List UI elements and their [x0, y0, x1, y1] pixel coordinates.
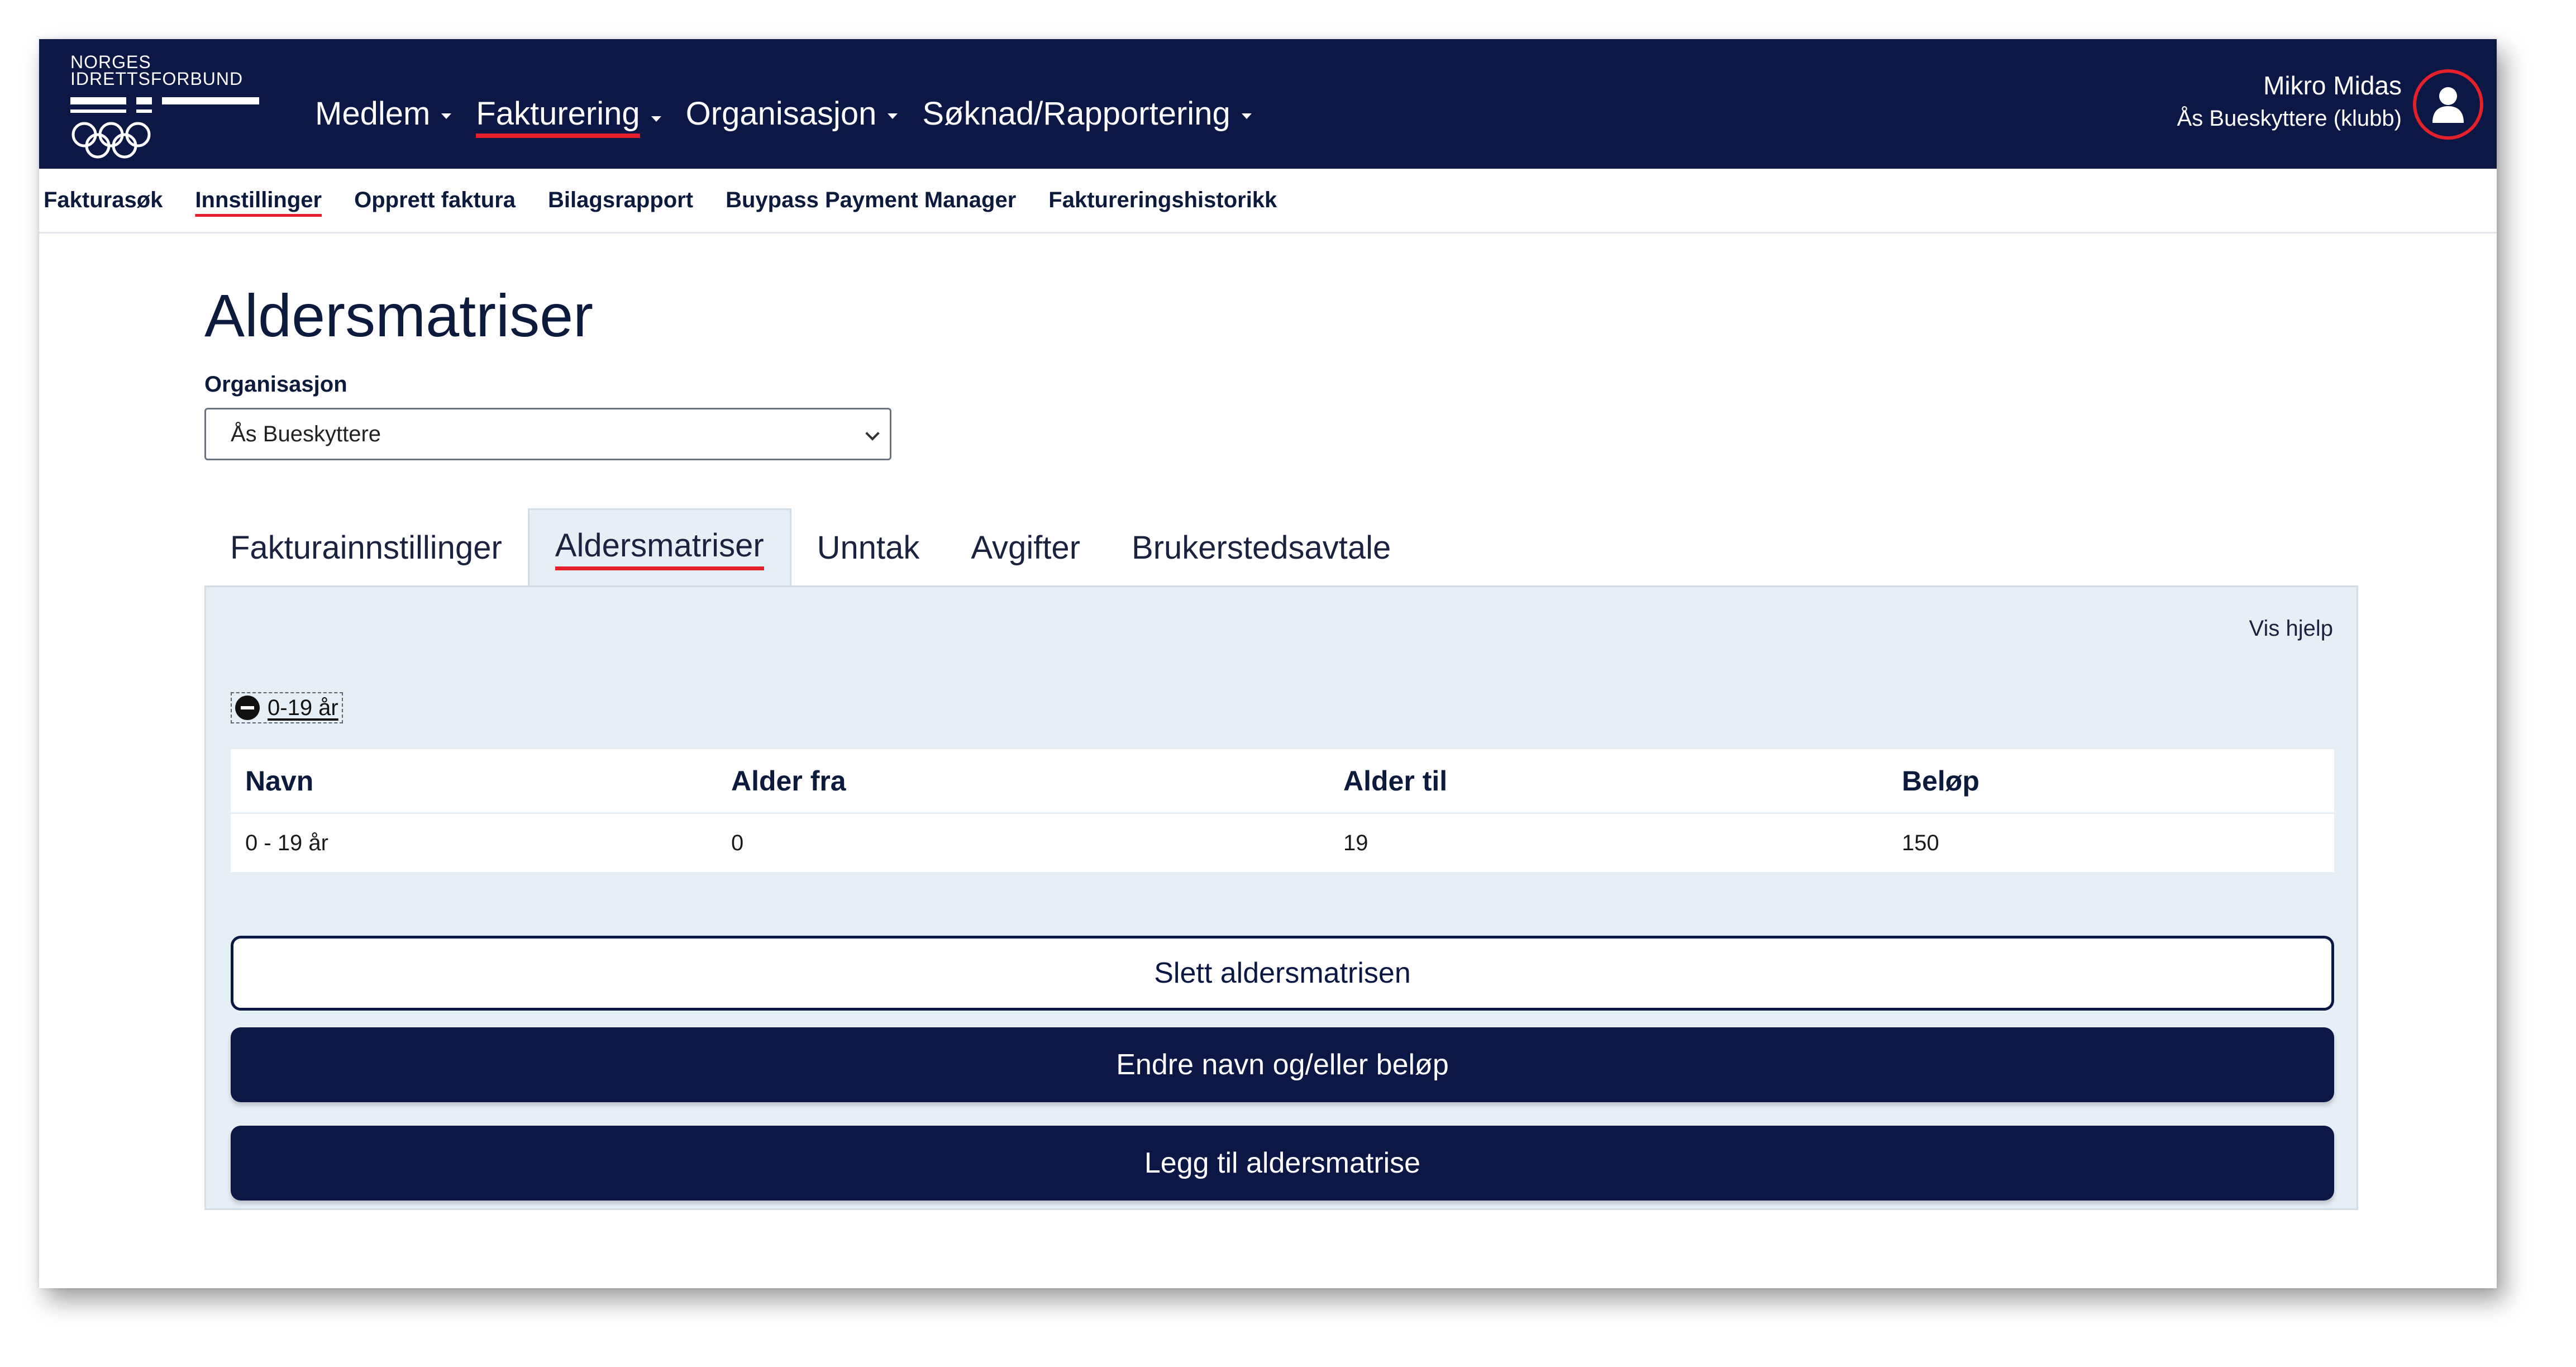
show-help-link[interactable]: Vis hjelp	[2249, 616, 2333, 641]
organization-label: Organisasjon	[204, 372, 347, 397]
tab-panel-aldersmatriser: Vis hjelp 0-19 år Navn Alder fra Alder t…	[204, 585, 2358, 1210]
column-header-alder-fra: Alder fra	[731, 765, 846, 797]
tab-label: Brukerstedsavtale	[1132, 529, 1391, 566]
tab-label: Unntak	[817, 529, 920, 566]
matrix-collapse-toggle[interactable]: 0-19 år	[231, 692, 343, 723]
nav-item-soknad-rapportering[interactable]: Søknad/Rapportering	[922, 95, 1252, 132]
edit-name-amount-button[interactable]: Endre navn og/eller beløp	[231, 1027, 2334, 1102]
avatar-button[interactable]	[2413, 69, 2483, 140]
caret-down-icon	[1241, 113, 1252, 119]
tab-fakturainnstillinger[interactable]: Fakturainnstillinger	[204, 508, 528, 587]
logo-flag-bars	[70, 97, 260, 113]
matrix-toggle-label: 0-19 år	[268, 695, 338, 720]
tab-unntak[interactable]: Unntak	[791, 508, 946, 587]
subnav-item-innstillinger[interactable]: Innstillinger	[195, 188, 322, 213]
tab-label: Fakturainnstillinger	[230, 529, 502, 566]
user-organization: Ås Bueskyttere (klubb)	[2177, 106, 2402, 131]
cell-belop: 150	[1902, 830, 1939, 855]
tab-aldersmatriser[interactable]: Aldersmatriser	[527, 508, 791, 587]
page-title: Aldersmatriser	[204, 282, 594, 349]
user-name: Mikro Midas	[2263, 71, 2402, 100]
subnav-item-faktureringshistorikk[interactable]: Faktureringshistorikk	[1048, 188, 1277, 213]
column-header-belop: Beløp	[1902, 765, 1979, 797]
minus-circle-icon	[235, 696, 260, 720]
nav-item-fakturering[interactable]: Fakturering	[476, 95, 661, 138]
nav-label: Medlem	[315, 96, 431, 132]
user-info: Mikro Midas Ås Bueskyttere (klubb)	[2177, 70, 2402, 131]
nav-label: Søknad/Rapportering	[922, 96, 1230, 132]
tab-brukerstedsavtale[interactable]: Brukerstedsavtale	[1106, 508, 1416, 587]
table-row: 0 - 19 år 0 19 150	[231, 814, 2334, 872]
chevron-down-icon	[865, 426, 880, 441]
tab-label: Avgifter	[971, 529, 1081, 566]
cell-alder-fra: 0	[731, 830, 744, 855]
logo-text-line-2: IDRETTSFORBUND	[70, 69, 244, 89]
caret-down-icon	[441, 113, 452, 119]
sub-nav: Fakturasøk Innstillinger Opprett faktura…	[39, 169, 2497, 234]
olympic-rings-icon	[71, 122, 151, 159]
organization-select-value: Ås Bueskyttere	[231, 421, 381, 446]
main-nav: Medlem Fakturering Organisasjon Søknad/R…	[315, 95, 1276, 140]
nav-label: Organisasjon	[685, 96, 877, 132]
subnav-item-opprett-faktura[interactable]: Opprett faktura	[354, 188, 516, 213]
column-header-alder-til: Alder til	[1343, 765, 1448, 797]
subnav-item-fakturasok[interactable]: Fakturasøk	[44, 188, 163, 213]
nav-label: Fakturering	[476, 95, 640, 138]
subnav-item-buypass-payment-manager[interactable]: Buypass Payment Manager	[726, 188, 1016, 213]
add-matrix-button[interactable]: Legg til aldersmatrise	[231, 1126, 2334, 1201]
caret-down-icon	[651, 116, 661, 122]
nif-logo[interactable]: NORGES IDRETTSFORBUND	[70, 52, 271, 160]
tab-avgifter[interactable]: Avgifter	[945, 508, 1106, 587]
delete-matrix-button[interactable]: Slett aldersmatrisen	[231, 936, 2334, 1011]
tab-label: Aldersmatriser	[555, 527, 764, 570]
nav-item-medlem[interactable]: Medlem	[315, 95, 452, 132]
nav-item-organisasjon[interactable]: Organisasjon	[686, 95, 898, 132]
app-window: NORGES IDRETTSFORBUND Medlem Fakturering…	[39, 39, 2497, 1288]
logo-text-line-1: NORGES	[70, 52, 151, 72]
subnav-item-bilagsrapport[interactable]: Bilagsrapport	[548, 188, 693, 213]
user-icon	[2432, 87, 2464, 123]
table-header-row: Navn Alder fra Alder til Beløp	[231, 749, 2334, 814]
age-matrix-table: Navn Alder fra Alder til Beløp 0 - 19 år…	[231, 749, 2334, 872]
column-header-navn: Navn	[245, 765, 314, 797]
cell-navn: 0 - 19 år	[245, 830, 328, 855]
organization-select[interactable]: Ås Bueskyttere	[204, 408, 891, 460]
top-header: NORGES IDRETTSFORBUND Medlem Fakturering…	[39, 39, 2497, 169]
settings-tabs: Fakturainnstillinger Aldersmatriser Unnt…	[204, 508, 1416, 587]
caret-down-icon	[888, 113, 898, 119]
cell-alder-til: 19	[1343, 830, 1368, 855]
